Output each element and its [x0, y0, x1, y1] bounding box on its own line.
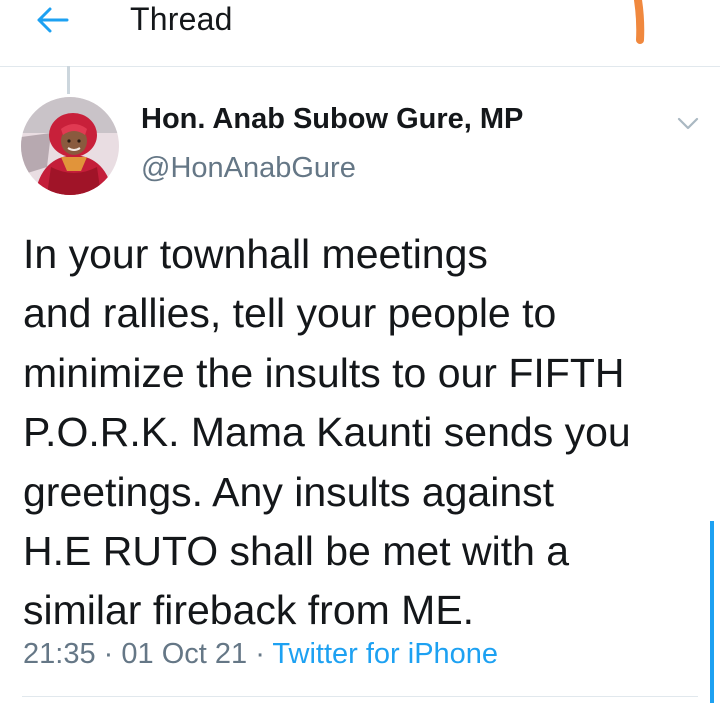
meta-separator: ·: [103, 638, 114, 670]
scrollbar[interactable]: [710, 521, 714, 703]
app-header: Thread: [0, 0, 720, 67]
tweet-date: 01 Oct 21: [121, 638, 248, 670]
more-options-button[interactable]: [672, 110, 704, 138]
tweet-meta: 21:35 · 01 Oct 21 · Twitter for iPhone: [23, 638, 498, 671]
page-title: Thread: [130, 1, 233, 37]
arrow-left-icon: [37, 7, 69, 33]
divider: [22, 696, 698, 697]
tweet-time: 21:35: [23, 638, 96, 670]
tweet-text: In your townhall meetings and rallies, t…: [23, 231, 631, 634]
chevron-down-icon: [677, 117, 699, 130]
tweet-source-link[interactable]: Twitter for iPhone: [272, 638, 498, 670]
avatar[interactable]: [21, 97, 119, 195]
meta-separator: ·: [255, 638, 265, 670]
back-button[interactable]: [30, 0, 74, 40]
author-display-name[interactable]: Hon. Anab Subow Gure, MP: [141, 103, 523, 136]
orange-annotation-mark: [634, 0, 645, 44]
profile-photo: [21, 97, 119, 195]
author-handle[interactable]: @HonAnabGure: [141, 152, 356, 185]
thread-connector-line: [67, 66, 70, 94]
